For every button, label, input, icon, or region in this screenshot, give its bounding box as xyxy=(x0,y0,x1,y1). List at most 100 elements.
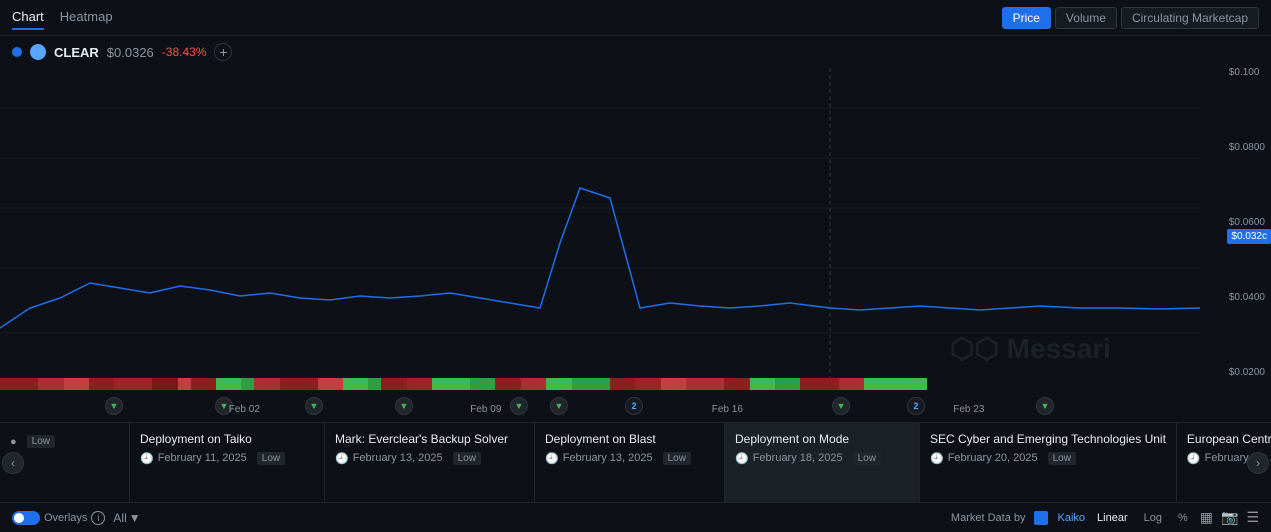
percent-scale-button[interactable]: % xyxy=(1174,510,1192,526)
event-count-2: 2 xyxy=(907,397,925,415)
heatmap-bar xyxy=(0,378,1271,390)
symbol-name: CLEAR xyxy=(54,45,99,60)
event-icon-5: ▼ xyxy=(510,397,528,415)
view-buttons: Price Volume Circulating Marketcap xyxy=(1002,7,1259,29)
news-date-text-2: February 13, 2025 xyxy=(353,452,443,464)
news-sentiment-5: Low xyxy=(1048,452,1076,465)
event-marker-5[interactable]: ▼ xyxy=(510,397,528,415)
event-icon-1: ▼ xyxy=(105,397,123,415)
clock-icon-3: 🕘 xyxy=(545,452,559,465)
event-count-1: 2 xyxy=(625,397,643,415)
overlays-info-icon[interactable]: i xyxy=(91,511,105,525)
news-date-3: 🕘 February 13, 2025 Low xyxy=(545,452,714,465)
event-marker-3[interactable]: ▼ xyxy=(305,397,323,415)
event-icon-8: ▼ xyxy=(1036,397,1054,415)
news-section: ‹ ● Low Deployment on Taiko 🕘 February 1… xyxy=(0,422,1271,502)
chart-area: ⬡⬡ Messari $0.100 $0.0800 $0.0600 $0.040… xyxy=(0,68,1271,378)
log-scale-button[interactable]: Log xyxy=(1140,510,1166,526)
event-icon-3: ▼ xyxy=(305,397,323,415)
symbol-bar: CLEAR $0.0326 -38.43% + xyxy=(0,36,1271,68)
news-title-6: European Central Bank States Intentions … xyxy=(1187,431,1271,448)
clock-icon-2: 🕘 xyxy=(335,452,349,465)
clock-icon-4: 🕘 xyxy=(735,452,749,465)
x-label-feb16: Feb 16 xyxy=(712,404,743,415)
footer-left: Overlays i All ▼ xyxy=(12,511,141,525)
toggle-switch[interactable] xyxy=(12,511,40,525)
news-date-2: 🕘 February 13, 2025 Low xyxy=(335,452,524,465)
event-icon-6: ▼ xyxy=(550,397,568,415)
news-date-text-1: February 11, 2025 xyxy=(158,452,247,464)
price-button[interactable]: Price xyxy=(1002,7,1051,29)
symbol-color-dot xyxy=(12,47,22,57)
kaiko-icon xyxy=(1034,510,1050,525)
news-sentiment-0: Low xyxy=(27,435,55,448)
x-label-feb23: Feb 23 xyxy=(953,404,984,415)
news-title-3: Deployment on Blast xyxy=(545,431,714,448)
news-date-5: 🕘 February 20, 2025 Low xyxy=(930,452,1166,465)
overlays-label: Overlays xyxy=(44,512,87,524)
current-price-tag: $0.032c xyxy=(1227,229,1271,244)
settings-icon[interactable]: ☰ xyxy=(1246,509,1259,526)
event-marker-7[interactable]: ▼ xyxy=(832,397,850,415)
news-sentiment-2: Low xyxy=(453,452,481,465)
news-card-4[interactable]: Deployment on Mode 🕘 February 18, 2025 L… xyxy=(725,423,920,502)
events-row: ▼ ▼ ▼ ▼ ▼ ▼ 2 ▼ 2 ▼ Feb 02 Feb 09 Feb 16… xyxy=(0,390,1271,422)
footer: Overlays i All ▼ Market Data by Kaiko Li… xyxy=(0,502,1271,532)
kaiko-link[interactable]: Kaiko xyxy=(1058,512,1086,524)
news-title-1: Deployment on Taiko xyxy=(140,431,314,448)
news-sentiment-3: Low xyxy=(663,452,691,465)
tab-chart[interactable]: Chart xyxy=(12,5,44,30)
news-title-4: Deployment on Mode xyxy=(735,431,909,448)
event-icon-4: ▼ xyxy=(395,397,413,415)
event-marker-count-2[interactable]: 2 xyxy=(907,397,925,415)
tabs: Chart Heatmap xyxy=(12,5,113,30)
all-label: All xyxy=(113,511,126,525)
news-title-2: Mark: Everclear's Backup Solver xyxy=(335,431,524,448)
event-icon-7: ▼ xyxy=(832,397,850,415)
sentiment-icon-0: ● xyxy=(10,436,17,448)
news-sentiment-4: Low xyxy=(853,452,881,465)
price-chart: ⬡⬡ Messari xyxy=(0,68,1271,378)
news-title-5: SEC Cyber and Emerging Technologies Unit xyxy=(930,431,1166,448)
symbol-icon xyxy=(30,44,46,60)
footer-right: Market Data by Kaiko Linear Log % ▦ 📷 ☰ xyxy=(951,509,1259,526)
x-label-feb02: Feb 02 xyxy=(229,404,260,415)
news-date-text-4: February 18, 2025 xyxy=(753,452,843,464)
header: Chart Heatmap Price Volume Circulating M… xyxy=(0,0,1271,36)
news-card-5[interactable]: SEC Cyber and Emerging Technologies Unit… xyxy=(920,423,1177,502)
chart-type-icon[interactable]: ▦ xyxy=(1200,509,1213,526)
event-marker-4[interactable]: ▼ xyxy=(395,397,413,415)
news-card-2[interactable]: Mark: Everclear's Backup Solver 🕘 Februa… xyxy=(325,423,535,502)
tab-heatmap[interactable]: Heatmap xyxy=(60,5,113,30)
news-date-0: ● Low xyxy=(10,435,119,448)
x-label-feb09: Feb 09 xyxy=(470,404,501,415)
clock-icon-6: 🕘 xyxy=(1187,452,1201,465)
news-card-3[interactable]: Deployment on Blast 🕘 February 13, 2025 … xyxy=(535,423,725,502)
event-marker-1[interactable]: ▼ xyxy=(105,397,123,415)
chevron-down-icon: ▼ xyxy=(129,511,141,525)
event-marker-6[interactable]: ▼ xyxy=(550,397,568,415)
symbol-price: $0.0326 xyxy=(107,45,154,60)
news-scroll-left[interactable]: ‹ xyxy=(2,452,24,474)
news-date-4: 🕘 February 18, 2025 Low xyxy=(735,452,909,465)
news-date-text-5: February 20, 2025 xyxy=(948,452,1038,464)
news-sentiment-1: Low xyxy=(257,452,285,465)
volume-button[interactable]: Volume xyxy=(1055,7,1117,29)
screenshot-icon[interactable]: 📷 xyxy=(1221,509,1238,526)
market-data-label: Market Data by xyxy=(951,512,1026,524)
clock-icon-5: 🕘 xyxy=(930,452,944,465)
news-scroll-right[interactable]: › xyxy=(1247,452,1269,474)
add-symbol-button[interactable]: + xyxy=(214,43,232,61)
all-filter-button[interactable]: All ▼ xyxy=(113,511,140,525)
linear-scale-button[interactable]: Linear xyxy=(1093,510,1132,526)
svg-text:⬡⬡ Messari: ⬡⬡ Messari xyxy=(950,333,1111,364)
event-marker-8[interactable]: ▼ xyxy=(1036,397,1054,415)
news-date-1: 🕘 February 11, 2025 Low xyxy=(140,452,314,465)
news-date-text-3: February 13, 2025 xyxy=(563,452,653,464)
overlays-toggle[interactable]: Overlays i xyxy=(12,511,105,525)
news-card-1[interactable]: Deployment on Taiko 🕘 February 11, 2025 … xyxy=(130,423,325,502)
symbol-change: -38.43% xyxy=(162,45,207,59)
event-marker-count-1[interactable]: 2 xyxy=(625,397,643,415)
clock-icon-1: 🕘 xyxy=(140,452,154,465)
marketcap-button[interactable]: Circulating Marketcap xyxy=(1121,7,1259,29)
